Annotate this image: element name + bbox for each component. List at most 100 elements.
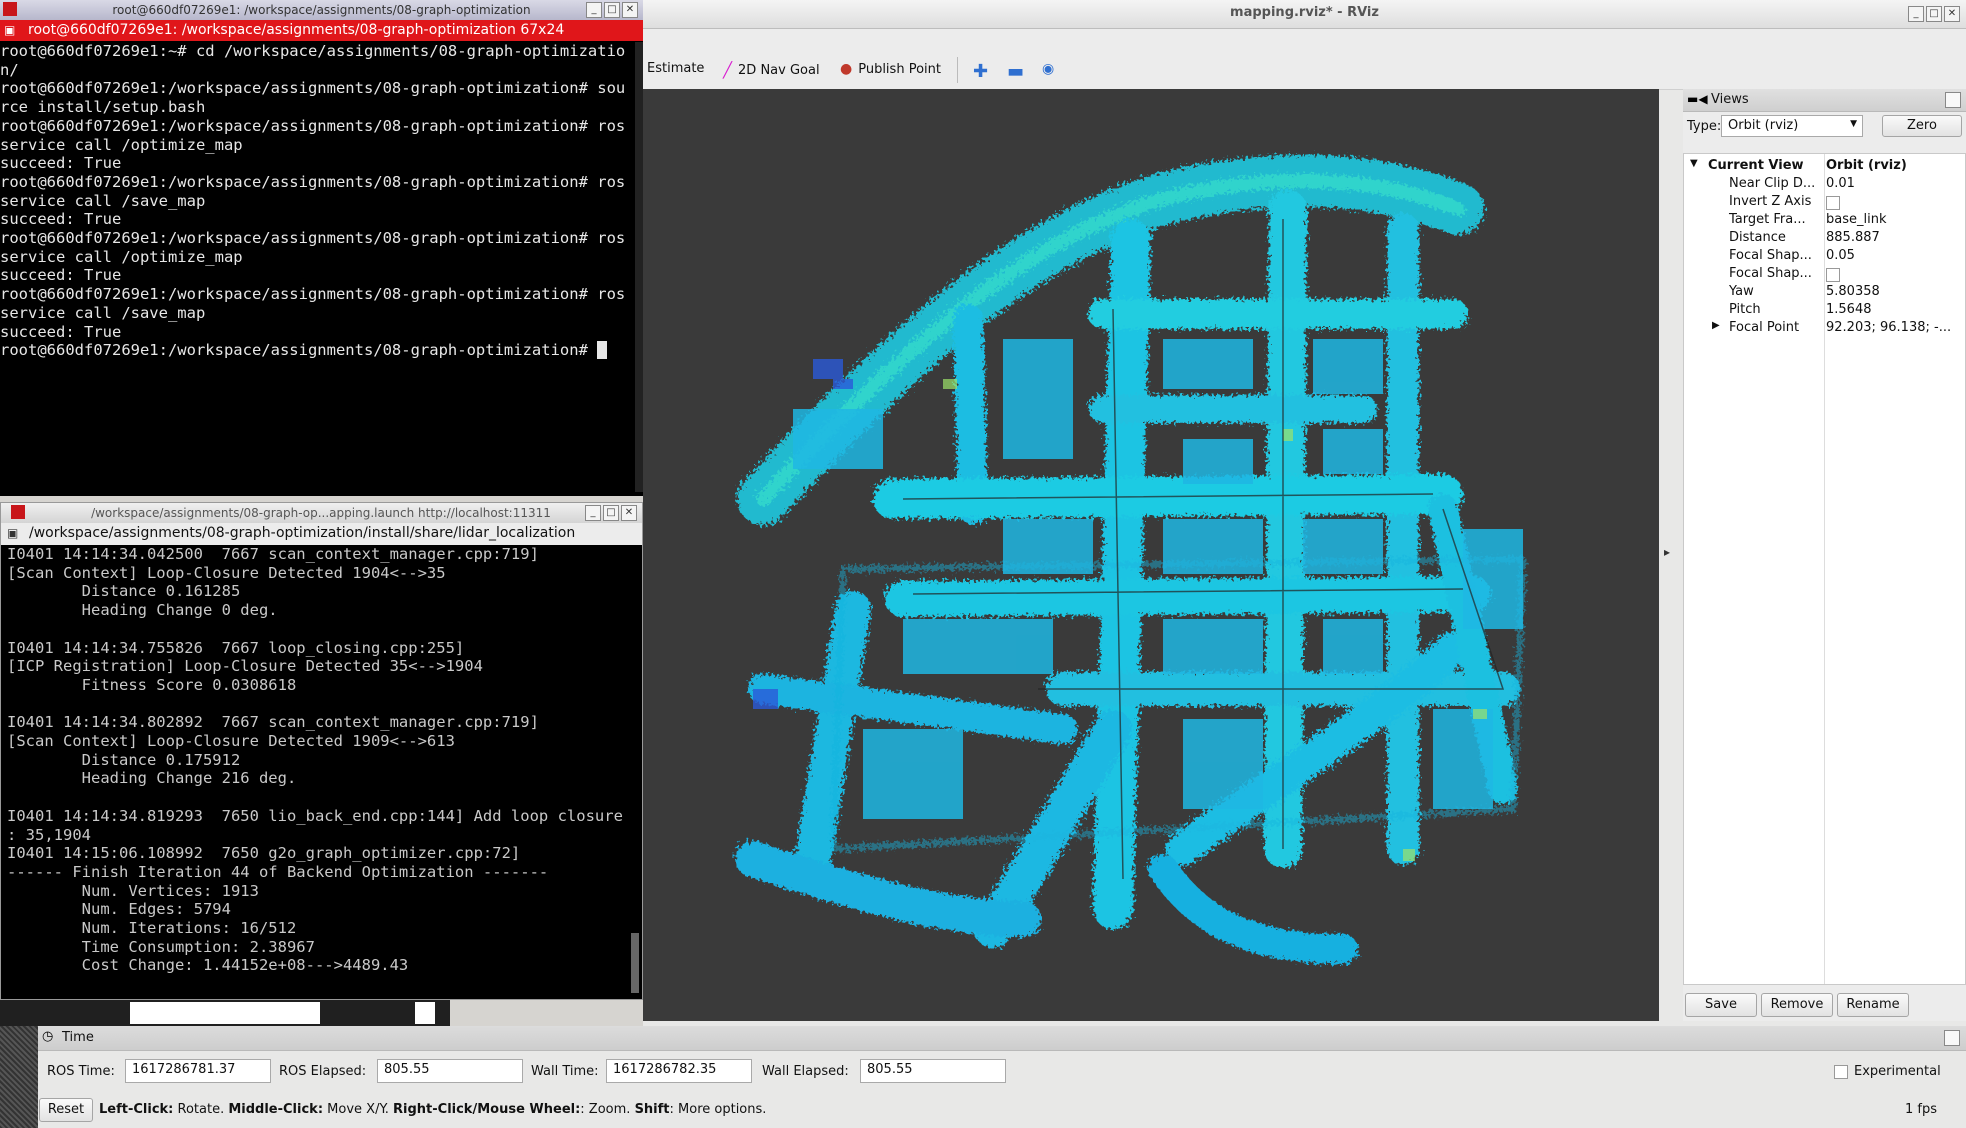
terminal-2-tab[interactable]: ▣ /workspace/assignments/08-graph-optimi… bbox=[1, 523, 642, 545]
property-row[interactable]: Yaw 5.80358 bbox=[1684, 284, 1965, 302]
views-panel: ▬◀ Views Type: Orbit (rviz) ▼ Zero ▼ Cur… bbox=[1683, 89, 1966, 1021]
eye-icon[interactable]: ◉ bbox=[1042, 61, 1054, 77]
taskbar-item[interactable] bbox=[130, 1002, 320, 1024]
property-row[interactable]: Invert Z Axis bbox=[1684, 194, 1965, 212]
terminal-2-tab-label: /workspace/assignments/08-graph-optimiza… bbox=[29, 525, 576, 541]
maximize-icon[interactable]: □ bbox=[603, 505, 619, 521]
close-icon[interactable]: ✕ bbox=[622, 2, 638, 18]
property-row[interactable]: Target Fra... base_link bbox=[1684, 212, 1965, 230]
time-title: Time bbox=[62, 1030, 94, 1045]
close-icon[interactable]: ✕ bbox=[621, 505, 637, 521]
terminal-1-output[interactable]: root@660df07269e1:~# cd /workspace/assig… bbox=[0, 42, 635, 492]
add-tool-icon[interactable]: ✚ bbox=[973, 61, 988, 82]
collapse-panel-arrow-icon[interactable]: ▸ bbox=[1664, 545, 1670, 559]
property-row[interactable]: Focal Shap... 0.05 bbox=[1684, 248, 1965, 266]
fps-readout: 1 fps bbox=[1905, 1102, 1938, 1117]
rename-button[interactable]: Rename bbox=[1837, 993, 1909, 1017]
terminal-line: I0401 14:14:34.042500 7667 scan_context_… bbox=[7, 545, 539, 563]
focal-shape-checkbox[interactable] bbox=[1826, 268, 1840, 282]
tab-icon: ▣ bbox=[7, 526, 19, 540]
property-name: Focal Shap... bbox=[1729, 248, 1812, 263]
property-row[interactable]: Focal Shap... bbox=[1684, 266, 1965, 284]
terminal-1-titlebar[interactable]: root@660df07269e1: /workspace/assignment… bbox=[0, 0, 643, 20]
time-panel-header[interactable]: ◷ Time bbox=[38, 1026, 1966, 1051]
tool-pose-estimate[interactable]: Estimate bbox=[647, 61, 704, 76]
undock-icon[interactable] bbox=[1944, 1030, 1960, 1046]
view-properties-tree: ▼ Current View Orbit (rviz) Near Clip D.… bbox=[1683, 153, 1966, 985]
hint-key: Left-Click: bbox=[99, 1102, 174, 1117]
current-view-row[interactable]: ▼ Current View Orbit (rviz) bbox=[1684, 158, 1965, 176]
terminal-line: root@660df07269e1:/workspace/assignments… bbox=[0, 341, 598, 360]
property-row[interactable]: Distance 885.887 bbox=[1684, 230, 1965, 248]
terminal-2-output[interactable]: I0401 14:14:34.042500 7667 scan_context_… bbox=[7, 545, 629, 997]
tool-label: 2D Nav Goal bbox=[738, 62, 820, 78]
taskbar-strip bbox=[0, 1000, 450, 1026]
property-row[interactable]: Pitch 1.5648 bbox=[1684, 302, 1965, 320]
menubar bbox=[643, 29, 1966, 51]
ros-time-field[interactable]: 1617286781.37 bbox=[125, 1059, 271, 1083]
chevron-down-icon: ▼ bbox=[1850, 119, 1857, 129]
terminal-line: [Scan Context] Loop-Closure Detected 190… bbox=[7, 732, 455, 751]
tool-label: Publish Point bbox=[858, 61, 941, 77]
terminal-line: succeed: True bbox=[0, 322, 122, 341]
property-value: 0.01 bbox=[1826, 176, 1855, 191]
terminal-2-titlebar[interactable]: /workspace/assignments/08-graph-op...app… bbox=[1, 503, 642, 523]
property-name: Focal Point bbox=[1729, 320, 1800, 335]
map-pin-icon: ● bbox=[840, 61, 853, 77]
terminal-1-tab[interactable]: ▣ root@660df07269e1: /workspace/assignme… bbox=[0, 20, 643, 41]
maximize-icon[interactable]: □ bbox=[604, 2, 620, 18]
current-view-value: Orbit (rviz) bbox=[1826, 158, 1907, 173]
property-row[interactable]: ▶ Focal Point 92.203; 96.138; -... bbox=[1684, 320, 1965, 338]
remove-button[interactable]: Remove bbox=[1761, 993, 1833, 1017]
view-type-value: Orbit (rviz) bbox=[1728, 118, 1799, 133]
minimize-icon[interactable]: _ bbox=[586, 2, 602, 18]
terminal-line: [Scan Context] Loop-Closure Detected 190… bbox=[7, 563, 446, 582]
terminal-1-scrollbar[interactable] bbox=[635, 42, 643, 492]
rviz-titlebar[interactable]: mapping.rviz* - RViz _ □ ✕ bbox=[643, 0, 1966, 29]
views-panel-header[interactable]: ▬◀ Views bbox=[1683, 89, 1966, 112]
terminal-line: Distance 0.175912 bbox=[7, 750, 241, 769]
terminal-cursor bbox=[597, 341, 607, 360]
terminal-line: Heading Change 216 deg. bbox=[7, 769, 297, 788]
terminal-window-1[interactable]: root@660df07269e1: /workspace/assignment… bbox=[0, 0, 643, 496]
terminal-1-lines: root@660df07269e1:~# cd /workspace/assig… bbox=[0, 42, 635, 360]
remove-tool-icon[interactable]: ▬ bbox=[1007, 61, 1024, 82]
save-button[interactable]: Save bbox=[1685, 993, 1757, 1017]
experimental-checkbox[interactable] bbox=[1834, 1065, 1848, 1079]
maximize-icon[interactable]: □ bbox=[1926, 6, 1942, 22]
terminal-line: [ICP Registration] Loop-Closure Detected… bbox=[7, 657, 483, 676]
property-value: 0.05 bbox=[1826, 248, 1855, 263]
zero-button[interactable]: Zero bbox=[1882, 115, 1962, 137]
terminal-icon bbox=[11, 505, 25, 519]
property-name: Invert Z Axis bbox=[1729, 194, 1812, 209]
tool-publish-point[interactable]: ● Publish Point bbox=[840, 61, 941, 77]
terminal-2-scrollbar[interactable] bbox=[631, 933, 639, 993]
terminal-2-title: /workspace/assignments/08-graph-op...app… bbox=[91, 506, 551, 520]
property-row[interactable]: Near Clip D... 0.01 bbox=[1684, 176, 1965, 194]
terminal-window-2[interactable]: /workspace/assignments/08-graph-op...app… bbox=[0, 502, 643, 1000]
tool-2d-nav-goal[interactable]: ╱ 2D Nav Goal bbox=[723, 61, 820, 79]
tab-icon: ▣ bbox=[4, 23, 16, 37]
terminal-line: succeed: True bbox=[0, 266, 122, 285]
terminal-line: Num. Edges: 5794 bbox=[7, 900, 231, 919]
close-icon[interactable]: ✕ bbox=[1944, 6, 1960, 22]
reset-button[interactable]: Reset bbox=[39, 1098, 93, 1122]
terminal-line: root@660df07269e1:/workspace/assignments… bbox=[0, 229, 626, 248]
property-name: Pitch bbox=[1729, 302, 1761, 317]
view-type-select[interactable]: Orbit (rviz) ▼ bbox=[1721, 115, 1863, 137]
minimize-icon[interactable]: _ bbox=[585, 505, 601, 521]
invert-z-checkbox[interactable] bbox=[1826, 196, 1840, 210]
terminal-line: I0401 14:15:06.108992 7650 g2o_graph_opt… bbox=[7, 844, 521, 863]
current-view-label: Current View bbox=[1708, 158, 1804, 173]
wall-elapsed-field[interactable]: 805.55 bbox=[860, 1059, 1006, 1083]
minimize-icon[interactable]: _ bbox=[1908, 6, 1924, 22]
taskbar-item[interactable] bbox=[415, 1002, 435, 1024]
wall-time-field[interactable]: 1617286782.35 bbox=[606, 1059, 752, 1083]
hint-text: Move X/Y. bbox=[323, 1102, 394, 1117]
ros-elapsed-field[interactable]: 805.55 bbox=[377, 1059, 523, 1083]
type-label: Type: bbox=[1687, 119, 1722, 134]
terminal-line: Fitness Score 0.0308618 bbox=[7, 675, 297, 694]
undock-icon[interactable] bbox=[1945, 92, 1961, 108]
property-value: 885.887 bbox=[1826, 230, 1880, 245]
3d-render-view[interactable] bbox=[643, 89, 1659, 1021]
